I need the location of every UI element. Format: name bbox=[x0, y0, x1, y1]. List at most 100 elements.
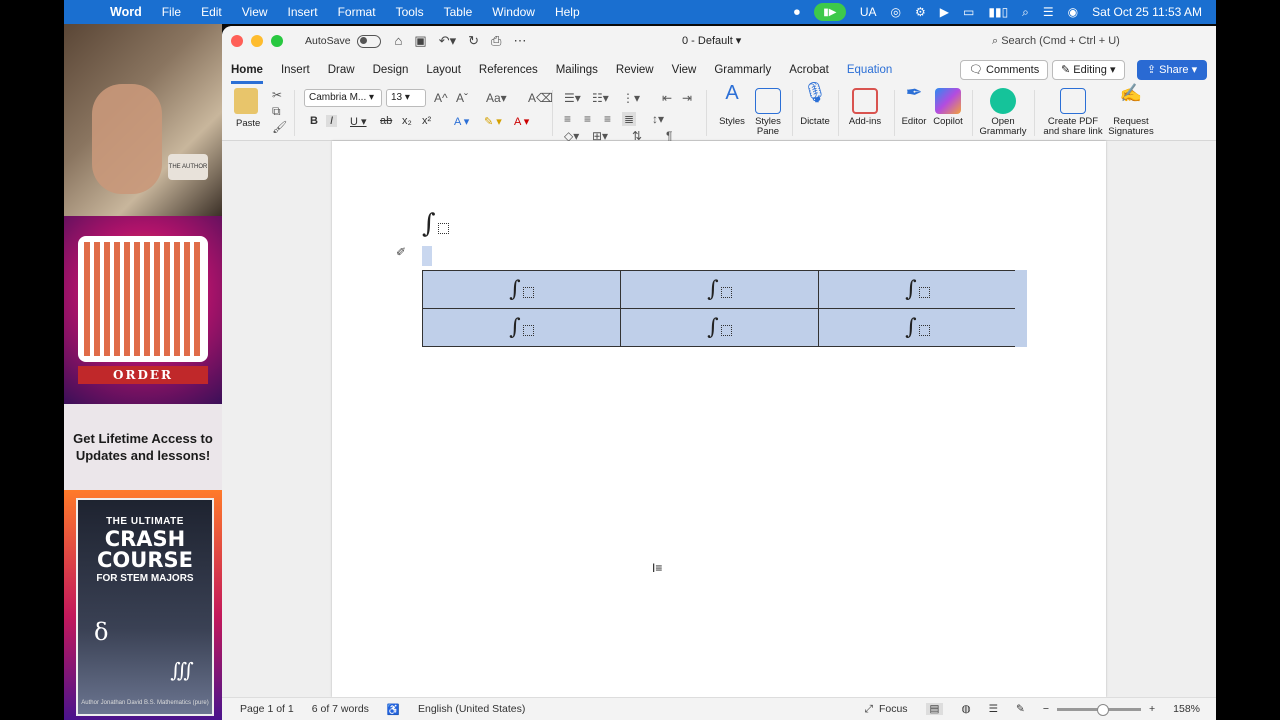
table-cell[interactable]: ∫ bbox=[422, 308, 621, 347]
tab-references[interactable]: References bbox=[479, 56, 538, 84]
request-signatures-button[interactable]: ✍ Request Signatures bbox=[1104, 84, 1158, 137]
menubar-datetime[interactable]: Sat Oct 25 11:53 AM bbox=[1092, 5, 1202, 19]
battery-icon[interactable]: ▮▮▯ bbox=[988, 5, 1008, 19]
equation-placeholder[interactable] bbox=[720, 325, 732, 337]
copilot-button[interactable]: Copilot bbox=[932, 88, 964, 127]
align-right-icon[interactable]: ≡ bbox=[604, 112, 611, 126]
input-source[interactable]: UA bbox=[860, 5, 877, 19]
italic-icon[interactable]: I bbox=[326, 115, 338, 127]
equation-top[interactable]: ∫ bbox=[422, 209, 449, 239]
font-name-select[interactable]: Cambria M... ▾ bbox=[304, 89, 382, 107]
text-effects-icon[interactable]: A ▾ bbox=[454, 115, 469, 128]
tab-view[interactable]: View bbox=[672, 56, 697, 84]
menu-edit[interactable]: Edit bbox=[201, 5, 222, 19]
highlight-icon[interactable]: ✎ ▾ bbox=[484, 115, 502, 128]
menu-file[interactable]: File bbox=[162, 5, 181, 19]
zoom-level[interactable]: 158% bbox=[1173, 703, 1200, 715]
record-stop-icon[interactable]: ⏺ bbox=[794, 5, 800, 20]
wifi-status-icon[interactable]: ◎ bbox=[891, 5, 901, 19]
table-cell[interactable]: ∫ bbox=[818, 308, 1017, 347]
accessibility-icon[interactable]: ♿ bbox=[387, 703, 400, 716]
decrease-indent-icon[interactable]: ⇤ bbox=[662, 91, 672, 105]
equation-table[interactable]: ∫ ∫ ∫ ∫ ∫ ∫ bbox=[422, 270, 1017, 347]
autosave-toggle[interactable] bbox=[356, 34, 381, 48]
equation-placeholder[interactable] bbox=[522, 325, 534, 337]
menu-insert[interactable]: Insert bbox=[288, 5, 318, 19]
change-case-icon[interactable]: Aa▾ bbox=[486, 91, 507, 105]
tab-equation[interactable]: Equation bbox=[847, 56, 892, 84]
page-count[interactable]: Page 1 of 1 bbox=[240, 703, 294, 715]
clear-format-icon[interactable]: A⌫ bbox=[528, 91, 553, 105]
menu-app-word[interactable]: Word bbox=[110, 5, 142, 19]
addins-button[interactable]: Add-ins bbox=[848, 88, 882, 127]
font-color-icon[interactable]: A ▾ bbox=[514, 115, 529, 128]
print-icon[interactable]: ⎙ bbox=[491, 33, 501, 49]
ink-pencil-icon[interactable]: ✐ bbox=[396, 245, 406, 259]
underline-icon[interactable]: U ▾ bbox=[350, 115, 367, 128]
bullets-icon[interactable]: ☰▾ bbox=[564, 91, 581, 105]
siri-icon[interactable]: ◉ bbox=[1068, 5, 1078, 19]
tab-review[interactable]: Review bbox=[616, 56, 654, 84]
minimize-button[interactable] bbox=[251, 35, 263, 47]
search-field[interactable]: ⌕ Search (Cmd + Ctrl + U) bbox=[992, 35, 1120, 48]
equation-placeholder[interactable] bbox=[522, 287, 534, 299]
copy-icon[interactable]: ⧉ bbox=[272, 104, 281, 119]
zoom-out-button[interactable]: − bbox=[1043, 703, 1049, 715]
editor-button[interactable]: ✒ Editor bbox=[900, 83, 928, 127]
bold-icon[interactable]: B bbox=[310, 115, 318, 127]
superscript-icon[interactable]: x² bbox=[422, 115, 431, 127]
tab-insert[interactable]: Insert bbox=[281, 56, 310, 84]
styles-button[interactable]: A Styles bbox=[716, 83, 748, 127]
gear-icon[interactable]: ⚙ bbox=[915, 5, 926, 19]
outline-view-icon[interactable]: ☰ bbox=[989, 703, 998, 715]
menu-view[interactable]: View bbox=[242, 5, 268, 19]
tab-design[interactable]: Design bbox=[373, 56, 409, 84]
line-spacing-icon[interactable]: ↕▾ bbox=[652, 112, 664, 126]
menu-help[interactable]: Help bbox=[555, 5, 580, 19]
font-size-select[interactable]: 13 ▾ bbox=[386, 89, 426, 107]
table-cell[interactable]: ∫ bbox=[422, 270, 621, 309]
search-icon[interactable]: ⌕ bbox=[1022, 5, 1029, 20]
editing-button[interactable]: ✎ Editing ▾ bbox=[1052, 60, 1125, 80]
menu-tools[interactable]: Tools bbox=[396, 5, 424, 19]
close-button[interactable] bbox=[231, 35, 243, 47]
undo-icon[interactable]: ↶▾ bbox=[439, 33, 456, 49]
tab-home[interactable]: Home bbox=[231, 56, 263, 84]
table-cell[interactable]: ∫ bbox=[620, 308, 819, 347]
tab-draw[interactable]: Draw bbox=[328, 56, 355, 84]
document-page[interactable]: ∫ ✐ ∫ ∫ ∫ ∫ ∫ ∫ I≡ bbox=[332, 141, 1106, 697]
styles-pane-button[interactable]: Styles Pane bbox=[752, 88, 784, 137]
comments-button[interactable]: 🗨 Comments bbox=[960, 60, 1049, 80]
strikethrough-icon[interactable]: ab bbox=[380, 115, 392, 127]
tab-layout[interactable]: Layout bbox=[426, 56, 461, 84]
table-cell[interactable]: ∫ bbox=[818, 270, 1017, 309]
focus-label[interactable]: Focus bbox=[879, 703, 908, 715]
save-icon[interactable]: ▣ bbox=[414, 33, 426, 49]
zoom-button[interactable] bbox=[271, 35, 283, 47]
focus-icon[interactable]: ⤢ bbox=[865, 703, 873, 716]
cut-icon[interactable]: ✂ bbox=[272, 88, 282, 102]
paste-label[interactable]: Paste bbox=[236, 118, 260, 129]
numbering-icon[interactable]: ☷▾ bbox=[592, 91, 609, 105]
language-status[interactable]: English (United States) bbox=[418, 703, 525, 715]
play-icon[interactable]: ▶ bbox=[940, 5, 949, 19]
table-cell[interactable]: ∫ bbox=[620, 270, 819, 309]
grow-font-icon[interactable]: A^ bbox=[434, 91, 448, 105]
document-title[interactable]: 0 - Default ▾ bbox=[682, 34, 741, 47]
control-center-icon[interactable]: ☰ bbox=[1043, 5, 1054, 19]
equation-placeholder[interactable] bbox=[720, 287, 732, 299]
word-count[interactable]: 6 of 7 words bbox=[312, 703, 369, 715]
display-icon[interactable]: ▭ bbox=[963, 5, 974, 19]
draft-view-icon[interactable]: ✎ bbox=[1016, 703, 1025, 715]
zoom-in-button[interactable]: + bbox=[1149, 703, 1155, 715]
tab-mailings[interactable]: Mailings bbox=[556, 56, 598, 84]
menu-format[interactable]: Format bbox=[338, 5, 376, 19]
increase-indent-icon[interactable]: ⇥ bbox=[682, 91, 692, 105]
more-icon[interactable]: ⋯ bbox=[513, 33, 526, 49]
subscript-icon[interactable]: x₂ bbox=[402, 115, 412, 127]
format-painter-icon[interactable]: 🖌 bbox=[272, 120, 287, 134]
menu-window[interactable]: Window bbox=[492, 5, 535, 19]
share-button[interactable]: ⇪ Share ▾ bbox=[1137, 60, 1207, 80]
redo-icon[interactable]: ↻ bbox=[468, 33, 479, 49]
justify-icon[interactable]: ≣ bbox=[622, 112, 637, 126]
